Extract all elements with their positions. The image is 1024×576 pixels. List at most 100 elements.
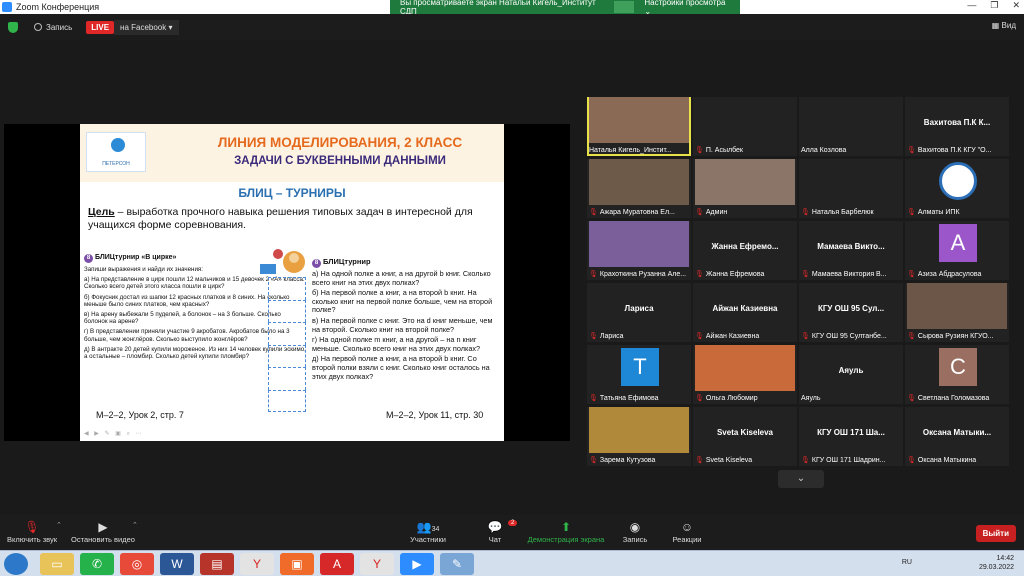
mic-off-icon: 🎙: [24, 520, 40, 534]
participant-tile[interactable]: T 🎙 Татьяна Ефимова: [587, 345, 691, 404]
leave-button[interactable]: Выйти: [975, 525, 1016, 542]
folder-app-icon[interactable]: ▭: [40, 553, 74, 575]
language-indicator[interactable]: RU: [902, 559, 912, 566]
right-task-item: в) На первой полке с книг. Это на d книг…: [312, 315, 493, 334]
participant-display-name: КГУ ОШ 171 Ша...: [817, 428, 885, 437]
reference-left: М–2–2, Урок 2, стр. 7: [96, 410, 184, 420]
live-target-dropdown[interactable]: на Facebook ▾: [114, 19, 179, 35]
participant-tile[interactable]: Айжан Казиевна 🎙 Айжан Казиевна: [693, 283, 797, 342]
participant-tile[interactable]: 🎙 П. Асылбек: [693, 97, 797, 156]
participant-tile[interactable]: 🎙 Наталья Барбелюк: [799, 159, 903, 218]
participant-tile[interactable]: Аяуль Аяуль: [799, 345, 903, 404]
system-clock[interactable]: 14:42 29.03.2022: [979, 554, 1014, 572]
participant-name: Sveta Kiseleva: [705, 456, 753, 464]
participant-name: Ажара Муратовна Ел...: [599, 208, 675, 216]
notes-app-icon[interactable]: ▣: [280, 553, 314, 575]
participant-tile[interactable]: КГУ ОШ 171 Ша... 🎙 КГУ ОШ 171 Шадрин...: [799, 407, 903, 466]
word-app-icon[interactable]: W: [160, 553, 194, 575]
participant-video: [589, 407, 689, 453]
slide-title: ЛИНИЯ МОДЕЛИРОВАНИЯ, 2 КЛАСС: [217, 135, 463, 150]
participant-tile[interactable]: C 🎙 Светлана Голомазова: [905, 345, 1009, 404]
minimize-icon[interactable]: —: [967, 0, 976, 11]
participants-button[interactable]: 👥34 Участники: [404, 519, 452, 544]
participant-tile[interactable]: Оксана Матыки... 🎙 Оксана Матыкина: [905, 407, 1009, 466]
gallery-next-button[interactable]: ⌄: [778, 470, 824, 488]
presentation-app-icon[interactable]: ▤: [200, 553, 234, 575]
participant-tile[interactable]: 🎙 Сырова Рузиян КГУО...: [905, 283, 1009, 342]
record-button[interactable]: ◉ Запись: [616, 519, 654, 544]
participant-name-label: 🎙 Ольга Любомир: [695, 394, 795, 403]
participant-name: Наталья Кигель_Инстит...: [589, 147, 672, 154]
participant-name-label: Аяуль: [801, 395, 901, 402]
participant-tile[interactable]: Sveta Kiseleva 🎙 Sveta Kiseleva: [693, 407, 797, 466]
participant-display-name: Аяуль: [838, 366, 864, 375]
participant-name: Крахоткина Рузанна Але...: [599, 270, 687, 278]
pdf-app-icon[interactable]: A: [320, 553, 354, 575]
window-controls: — ❐ ✕: [967, 0, 1020, 11]
participant-tile[interactable]: Жанна Ефремо... 🎙 Жанна Ефремова: [693, 221, 797, 280]
share-screen-button[interactable]: ⬆ Демонстрация экрана: [524, 519, 608, 544]
participant-tile[interactable]: Мамаева Викто... 🎙 Мамаева Виктория В...: [799, 221, 903, 280]
participant-tile[interactable]: Вахитова П.К К... 🎙 Вахитова П.К КГУ "О...: [905, 97, 1009, 156]
start-button-icon[interactable]: [4, 553, 28, 575]
mic-muted-icon: 🎙: [695, 271, 704, 278]
participant-display-name: КГУ ОШ 95 Сул...: [817, 304, 885, 313]
whatsapp-app-icon[interactable]: ✆: [80, 553, 114, 575]
security-shield-icon[interactable]: [8, 21, 18, 33]
video-options-chevron-icon[interactable]: ⌃: [132, 521, 138, 529]
reactions-button[interactable]: ☺ Реакции: [668, 519, 706, 544]
chrome-app-icon[interactable]: ◎: [120, 553, 154, 575]
participant-tile[interactable]: 🎙 Крахоткина Рузанна Але...: [587, 221, 691, 280]
goal-text: – выработка прочного навыка решения типо…: [88, 206, 473, 231]
close-icon[interactable]: ✕: [1012, 0, 1020, 11]
participant-name-label: 🎙 Зарема Кутузова: [589, 456, 689, 465]
slide-goal: Цель – выработка прочного навыка решения…: [88, 206, 498, 232]
record-button-label: Запись: [622, 535, 648, 544]
participant-tile[interactable]: 🎙 Ажара Муратовна Ел...: [587, 159, 691, 218]
participant-tile[interactable]: Наталья Кигель_Инстит...: [587, 97, 691, 156]
participant-tile[interactable]: 🎙 Зарема Кутузова: [587, 407, 691, 466]
chevron-down-icon: ⌄: [796, 473, 806, 484]
slide-subtitle: ЗАДАЧИ С БУКВЕННЫМИ ДАННЫМИ: [234, 155, 446, 167]
stop-video-button[interactable]: ▶ Остановить видео: [68, 519, 138, 544]
view-button[interactable]: ▦ Вид: [992, 21, 1016, 30]
clock-time: 14:42: [996, 555, 1014, 562]
participant-tile[interactable]: Алла Козлова: [799, 97, 903, 156]
yandex-app-icon[interactable]: Y: [240, 553, 274, 575]
badge-icon: 8: [312, 259, 321, 268]
participant-name: П. Асылбек: [705, 146, 743, 154]
mic-muted-icon: 🎙: [589, 395, 598, 402]
chat-button[interactable]: 💬 2 Чат: [476, 519, 518, 544]
paint-app-icon[interactable]: ✎: [440, 553, 474, 575]
participant-name: КГУ ОШ 171 Шадрин...: [811, 456, 886, 464]
participant-video: [907, 283, 1007, 329]
audio-options-chevron-icon[interactable]: ⌃: [56, 521, 62, 529]
participant-tile[interactable]: КГУ ОШ 95 Сул... 🎙 КГУ ОШ 95 Султанбе...: [799, 283, 903, 342]
maximize-icon[interactable]: ❐: [990, 0, 998, 11]
participant-name: Зарема Кутузова: [599, 456, 656, 464]
yandex-browser-app-icon[interactable]: Y: [360, 553, 394, 575]
participant-tile[interactable]: A 🎙 Азиза Абдрасулова: [905, 221, 1009, 280]
record-label: Запись: [46, 22, 73, 32]
zoom-app-taskbar-icon[interactable]: ▶: [400, 553, 434, 575]
unmute-button[interactable]: 🎙 Включить звук: [6, 519, 58, 544]
participant-tile[interactable]: 🎙 Ольга Любомир: [693, 345, 797, 404]
right-task-list: а) На одной полке а книг, а на другой b …: [312, 269, 500, 381]
mic-muted-icon: 🎙: [907, 457, 916, 464]
participant-tile[interactable]: Лариса 🎙 Лариса: [587, 283, 691, 342]
reactions-icon: ☺: [680, 520, 694, 534]
participant-video: [695, 345, 795, 391]
participant-name: Алматы ИПК: [917, 208, 960, 216]
participant-display-name: Мамаева Викто...: [817, 242, 885, 251]
participant-name-label: 🎙 Жанна Ефремова: [695, 270, 795, 279]
participant-name: Азиза Абдрасулова: [917, 270, 982, 278]
mic-muted-icon: 🎙: [695, 457, 704, 464]
mic-muted-icon: 🎙: [907, 271, 916, 278]
live-badge[interactable]: LIVE: [86, 20, 115, 34]
slideshow-toolbar[interactable]: ◀ ▶ ✎ ▣ ⌕ ⋯: [84, 430, 144, 438]
participant-tile[interactable]: 🎙 Админ: [693, 159, 797, 218]
mic-muted-icon: 🎙: [589, 209, 598, 216]
recording-indicator[interactable]: Запись: [34, 23, 72, 32]
left-column-title: 8 БЛИЦтурнир «В цирке»: [84, 254, 306, 263]
participant-tile[interactable]: 🎙 Алматы ИПК: [905, 159, 1009, 218]
